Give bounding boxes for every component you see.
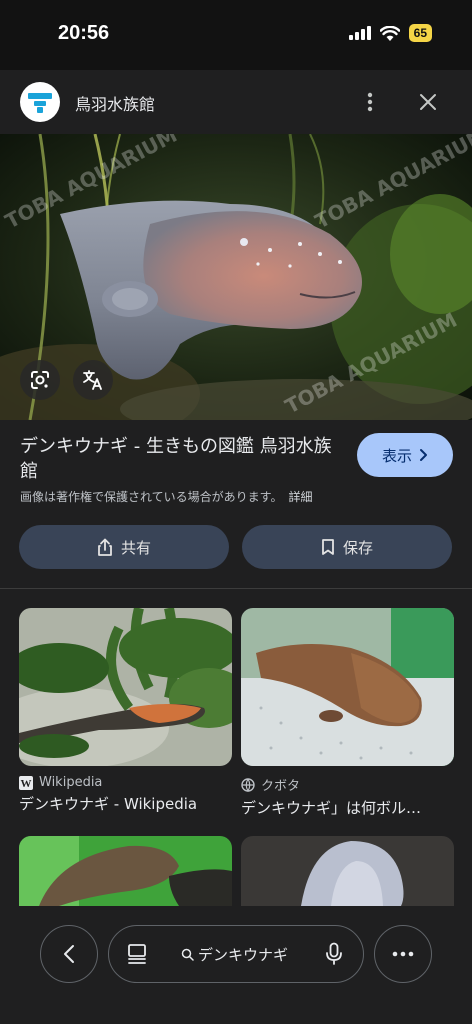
view-button[interactable]: 表示 (357, 433, 453, 477)
search-query-text: デンキウナギ (198, 946, 289, 964)
eel-thumbnail-3 (19, 836, 232, 906)
related-source-name: クボタ (261, 779, 301, 794)
close-icon (420, 94, 436, 110)
related-image[interactable] (241, 836, 454, 906)
header: 鳥羽水族館 (0, 70, 472, 134)
wifi-icon (379, 25, 400, 41)
related-card[interactable]: W Wikipedia デンキウナギ - Wikipedia (19, 608, 232, 814)
overflow-menu-button[interactable] (374, 925, 432, 983)
search-icon (181, 948, 194, 961)
mic-icon[interactable] (325, 942, 343, 966)
aquarium-logo-icon (28, 93, 52, 113)
battery-indicator: 65 (408, 24, 432, 42)
back-button[interactable] (40, 925, 98, 983)
lens-icon (31, 371, 49, 389)
translate-button[interactable] (73, 360, 113, 400)
svg-text:W: W (21, 778, 32, 790)
related-source: W Wikipedia (19, 775, 232, 790)
share-button[interactable]: 共有 (19, 525, 229, 569)
more-vert-icon (367, 92, 373, 112)
share-icon (98, 538, 112, 556)
signal-icon (348, 26, 371, 40)
globe-icon (241, 777, 255, 792)
share-label: 共有 (120, 538, 151, 557)
wikipedia-icon: W (19, 775, 33, 790)
chevron-right-icon (420, 449, 427, 461)
hero-image[interactable]: TOBA AQUARIUM TOBA AQUARIUM TOBA AQUARIU… (0, 134, 472, 420)
related-card[interactable]: クボタ デンキウナギ」は何ボル… (241, 608, 454, 818)
chevron-left-icon (64, 945, 74, 963)
related-card[interactable] (241, 836, 454, 906)
bookmark-icon (322, 539, 334, 555)
search-bar[interactable]: デンキウナギ (108, 925, 364, 983)
related-image[interactable] (19, 608, 232, 766)
copyright-text: 画像は著作権で保護されている場合があります。 (20, 490, 283, 504)
eel-thumbnail-4 (241, 836, 454, 906)
details-link[interactable]: 詳細 (288, 490, 312, 504)
status-bar: 20:56 65 (0, 0, 472, 70)
related-title[interactable]: デンキウナギ」は何ボル… (241, 797, 454, 818)
site-logo[interactable] (20, 82, 60, 122)
related-image[interactable] (19, 836, 232, 906)
status-icons: 65 (348, 24, 432, 42)
save-button[interactable]: 保存 (242, 525, 452, 569)
related-source: クボタ (241, 775, 454, 794)
tabs-icon[interactable] (127, 943, 147, 965)
status-time: 20:56 (58, 22, 110, 44)
related-title[interactable]: デンキウナギ - Wikipedia (19, 793, 232, 814)
save-label: 保存 (342, 538, 373, 557)
more-options-button[interactable] (356, 88, 384, 116)
site-name[interactable]: 鳥羽水族館 (75, 91, 155, 115)
eel-thumbnail-1 (19, 608, 232, 766)
related-image[interactable] (241, 608, 454, 766)
more-horiz-icon (392, 951, 414, 957)
close-button[interactable] (414, 88, 442, 116)
electric-eel-photo: TOBA AQUARIUM TOBA AQUARIUM TOBA AQUARIU… (0, 134, 472, 420)
eel-thumbnail-2 (241, 608, 454, 766)
copyright-notice: 画像は著作権で保護されている場合があります。 詳細 (20, 488, 312, 505)
view-button-label: 表示 (381, 446, 412, 465)
related-source-name: Wikipedia (39, 775, 103, 790)
result-title[interactable]: デンキウナギ - 生きもの図鑑 鳥羽水族館 (20, 434, 340, 484)
translate-icon (83, 370, 102, 390)
search-query[interactable]: デンキウナギ (181, 944, 288, 965)
lens-button[interactable] (20, 360, 60, 400)
related-card[interactable] (19, 836, 232, 906)
divider (0, 588, 472, 589)
